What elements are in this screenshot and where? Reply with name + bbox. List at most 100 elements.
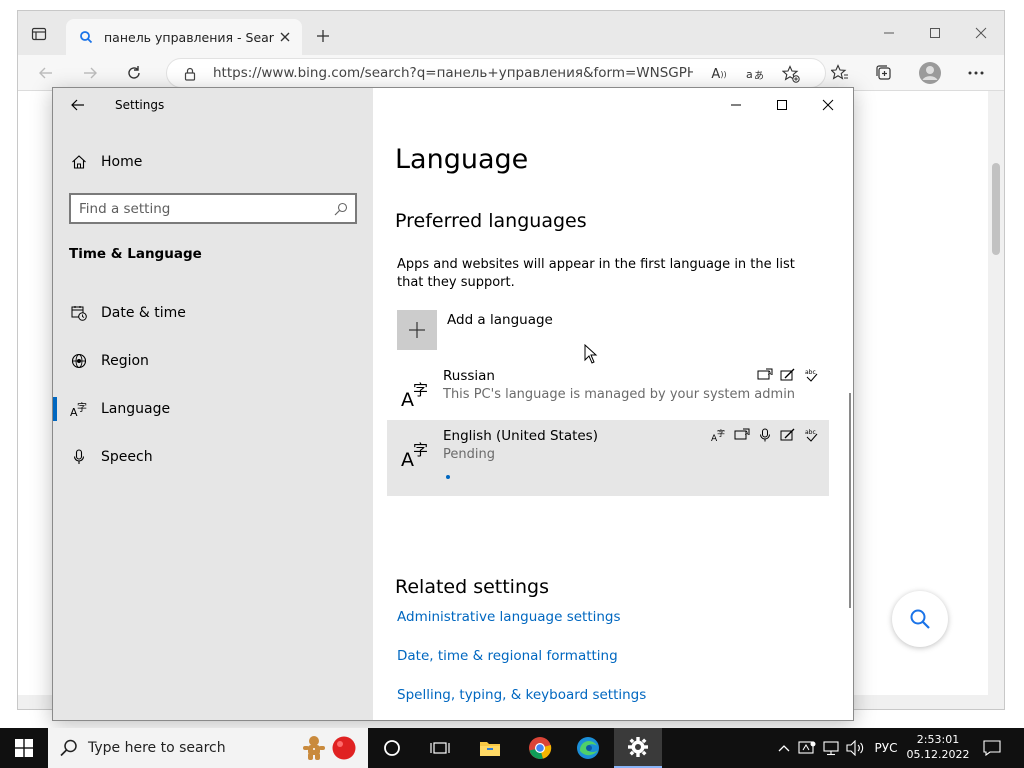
speech-icon — [753, 426, 776, 444]
spelling-typing-keyboard-link[interactable]: Spelling, typing, & keyboard settings — [397, 687, 646, 703]
back-button[interactable] — [32, 59, 60, 87]
collections-button[interactable] — [870, 59, 898, 87]
browser-tab-bing-search[interactable]: панель управления - Search — [66, 19, 302, 55]
settings-maximize-button[interactable] — [759, 92, 805, 118]
taskbar-search-box[interactable]: Type here to search — [48, 728, 368, 768]
more-options-button[interactable] — [962, 59, 990, 87]
clock-date: 05.12.2022 — [906, 748, 970, 761]
tab-strip: панель управления - Search — [18, 11, 1004, 55]
svg-text:A: A — [745, 431, 749, 437]
tab-actions-button[interactable] — [28, 23, 50, 45]
read-aloud-icon[interactable]: A)) — [709, 64, 729, 84]
address-url[interactable]: https://www.bing.com/search?q=панель+упр… — [213, 65, 693, 81]
sidebar-item-language[interactable]: A字 Language — [53, 389, 373, 429]
action-notifications-tray-icon[interactable] — [796, 728, 818, 768]
taskbar: Type here to search РУС 2:53:01 05.12.20… — [0, 728, 1024, 768]
back-button[interactable] — [67, 96, 89, 114]
language-features: A abc — [753, 366, 822, 384]
refresh-button[interactable] — [120, 59, 148, 87]
language-item-english-us[interactable]: A字 English (United States) Pending A字 A … — [387, 420, 829, 496]
maximize-icon — [930, 28, 940, 38]
search-icon[interactable] — [333, 201, 349, 217]
close-tab-icon[interactable] — [274, 26, 296, 48]
pending-progress-indicator — [446, 475, 450, 479]
settings-app-button[interactable] — [614, 728, 662, 768]
handwriting-icon — [776, 366, 799, 384]
plus-icon — [397, 310, 437, 350]
task-switcher-button[interactable] — [416, 728, 464, 768]
profile-button[interactable] — [916, 59, 944, 87]
settings-minimize-button[interactable] — [713, 92, 759, 118]
chrome-icon — [529, 737, 552, 759]
find-setting-input[interactable] — [79, 199, 319, 219]
bing-search-fab[interactable] — [892, 591, 948, 647]
chrome-button[interactable] — [516, 728, 564, 768]
language-icon: A字 — [69, 399, 89, 419]
language-pack-icon: A字 — [707, 426, 730, 444]
forward-button[interactable] — [76, 59, 104, 87]
avatar-icon — [919, 62, 941, 84]
network-tray-icon[interactable] — [820, 728, 842, 768]
browser-tab-title: панель управления - Search — [104, 29, 274, 45]
regional-formatting-link[interactable]: Date, time & regional formatting — [397, 648, 618, 664]
sidebar-item-label: Region — [101, 353, 149, 369]
search-favicon-icon — [78, 29, 94, 45]
close-icon — [975, 27, 987, 39]
admin-language-settings-link[interactable]: Administrative language settings — [397, 609, 621, 625]
add-favorite-icon[interactable] — [781, 64, 801, 84]
display-language-icon: A — [730, 426, 753, 444]
sidebar-item-region[interactable]: Region — [53, 341, 373, 381]
settings-close-button[interactable] — [805, 92, 851, 118]
settings-window-title: Settings — [115, 98, 165, 112]
gear-icon — [628, 737, 648, 757]
svg-text:abc: abc — [805, 369, 816, 376]
chevron-up-icon — [778, 745, 790, 752]
volume-tray-icon[interactable] — [844, 728, 868, 768]
speaker-icon — [846, 740, 864, 756]
task-view-icon — [430, 742, 450, 754]
language-name: Russian — [443, 368, 495, 384]
globe-icon — [69, 351, 89, 371]
show-hidden-icons-button[interactable] — [774, 728, 794, 768]
add-language-button[interactable]: Add a language — [397, 310, 697, 350]
ellipsis-icon — [968, 71, 984, 75]
language-features: A字 A abc — [707, 426, 822, 444]
lock-icon[interactable] — [181, 65, 199, 83]
svg-text:A: A — [768, 371, 772, 377]
preferred-languages-heading: Preferred languages — [395, 210, 587, 232]
taskbar-search-placeholder: Type here to search — [88, 740, 226, 756]
browser-close-button[interactable] — [958, 19, 1004, 47]
system-clock[interactable]: 2:53:01 05.12.2022 — [900, 732, 976, 762]
tab-actions-icon — [31, 27, 47, 41]
address-bar[interactable]: https://www.bing.com/search?q=панель+упр… — [166, 58, 826, 88]
page-scroll-thumb[interactable] — [992, 163, 1000, 255]
input-language-indicator[interactable]: РУС — [870, 728, 902, 768]
edge-button[interactable] — [564, 728, 612, 768]
sidebar-item-speech[interactable]: Speech — [53, 437, 373, 477]
home-label: Home — [101, 154, 143, 170]
network-icon — [823, 741, 839, 756]
sidebar-item-date-time[interactable]: Date & time — [53, 293, 373, 333]
browser-minimize-button[interactable] — [866, 19, 912, 47]
task-view-button[interactable] — [368, 728, 416, 768]
new-tab-button[interactable] — [312, 25, 334, 47]
favorites-button[interactable] — [826, 59, 854, 87]
find-setting-box[interactable] — [69, 193, 357, 224]
browser-maximize-button[interactable] — [912, 19, 958, 47]
ornament-icon — [330, 734, 358, 762]
notification-center-button[interactable] — [980, 728, 1004, 768]
home-icon — [69, 152, 89, 172]
file-explorer-button[interactable] — [466, 728, 514, 768]
notification-badge-icon — [798, 741, 816, 754]
start-button[interactable] — [0, 728, 48, 768]
sidebar-item-home[interactable]: Home — [69, 150, 359, 174]
translate-icon[interactable]: aあ — [745, 64, 765, 84]
arrow-left-icon — [39, 67, 52, 79]
svg-text:a: a — [746, 68, 753, 81]
spellcheck-icon: abc — [799, 366, 822, 384]
page-title: Language — [395, 144, 529, 175]
page-vertical-scrollbar[interactable] — [988, 91, 1004, 697]
collections-icon — [876, 65, 891, 80]
settings-scrollbar[interactable] — [849, 393, 851, 608]
svg-text:字: 字 — [77, 401, 87, 414]
